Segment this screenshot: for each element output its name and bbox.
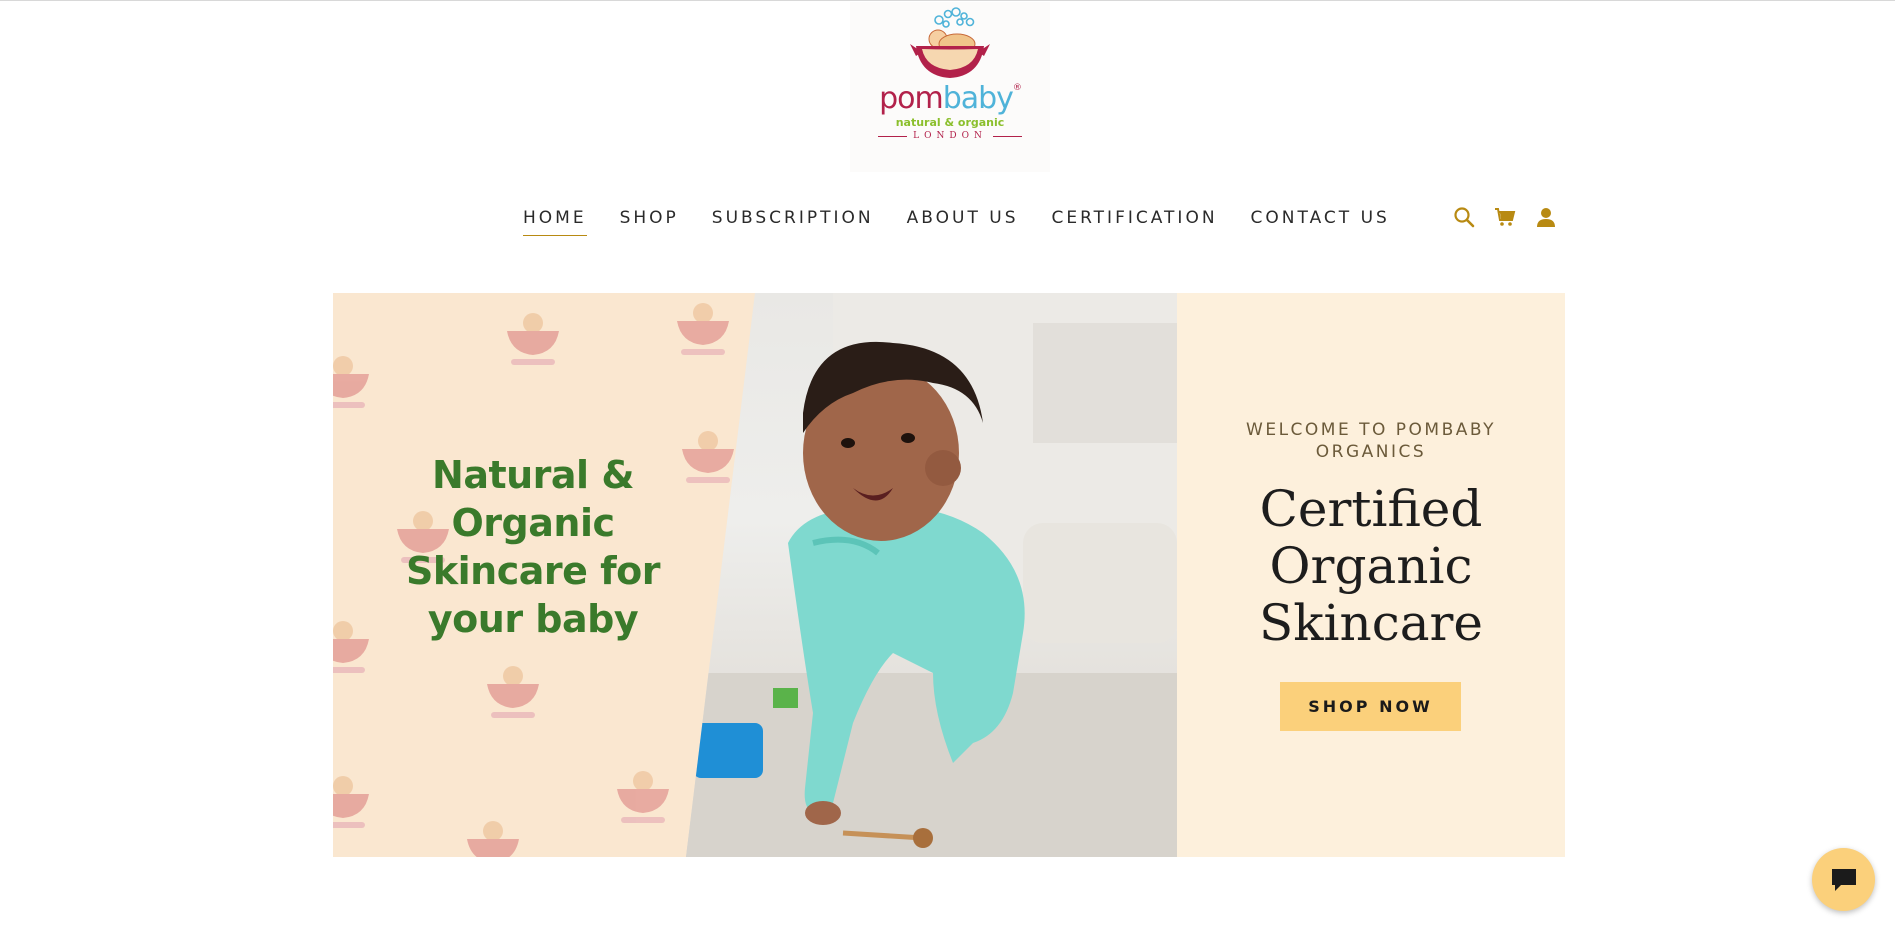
main-navigation: HOME SHOP SUBSCRIPTION ABOUT US CERTIFIC… xyxy=(523,206,1423,236)
cart-icon[interactable] xyxy=(1493,205,1517,229)
hero-image: Natural & Organic Skincare for your baby xyxy=(333,293,1177,857)
logo-tagline: natural & organic xyxy=(895,116,1005,129)
nav-contact-us[interactable]: CONTACT US xyxy=(1251,206,1390,236)
chat-bubble-icon xyxy=(1831,868,1856,891)
nav-about-us[interactable]: ABOUT US xyxy=(907,206,1019,236)
baby-bowl-logo-icon xyxy=(910,7,990,78)
top-border xyxy=(0,0,1895,1)
nav-subscription[interactable]: SUBSCRIPTION xyxy=(712,206,874,236)
pattern-bowl-icon xyxy=(507,313,559,365)
logo-wordmark-pom: pom xyxy=(879,81,944,116)
logo-wordmark: pombaby® xyxy=(850,84,1050,114)
logo-wordmark-baby: baby xyxy=(942,81,1014,116)
hero-title: Certified Organic Skincare xyxy=(1258,480,1484,652)
pattern-bowl-icon xyxy=(333,356,369,408)
search-icon[interactable] xyxy=(1452,205,1476,229)
nav-home[interactable]: HOME xyxy=(523,206,587,236)
chat-widget-button[interactable] xyxy=(1812,848,1875,911)
account-icon[interactable] xyxy=(1534,205,1558,229)
site-logo[interactable]: pombaby® natural & organic LONDON xyxy=(850,2,1050,172)
pattern-bowl-icon xyxy=(677,303,729,355)
pattern-bowl-icon xyxy=(617,771,669,823)
logo-city: LONDON xyxy=(878,131,1023,141)
registered-mark: ® xyxy=(1012,83,1022,93)
hero-image-headline: Natural & Organic Skincare for your baby xyxy=(405,453,661,641)
pattern-bowl-icon xyxy=(467,821,519,857)
logo-rule-right xyxy=(992,135,1023,137)
hero-section: Natural & Organic Skincare for your baby… xyxy=(333,293,1565,857)
nav-shop[interactable]: SHOP xyxy=(620,206,679,236)
pattern-bowl-icon xyxy=(333,776,369,828)
logo-rule-left xyxy=(878,135,908,137)
logo-city-text: LONDON xyxy=(913,131,987,141)
pattern-bowl-icon xyxy=(487,666,539,718)
header-icons xyxy=(1452,205,1558,229)
hero-text-panel: WELCOME TO POMBABY ORGANICS Certified Or… xyxy=(1177,293,1565,857)
pattern-bowl-icon xyxy=(333,621,369,673)
hero-welcome-text: WELCOME TO POMBABY ORGANICS xyxy=(1246,420,1496,462)
shop-now-button[interactable]: SHOP NOW xyxy=(1280,682,1461,731)
nav-certification[interactable]: CERTIFICATION xyxy=(1051,206,1217,236)
